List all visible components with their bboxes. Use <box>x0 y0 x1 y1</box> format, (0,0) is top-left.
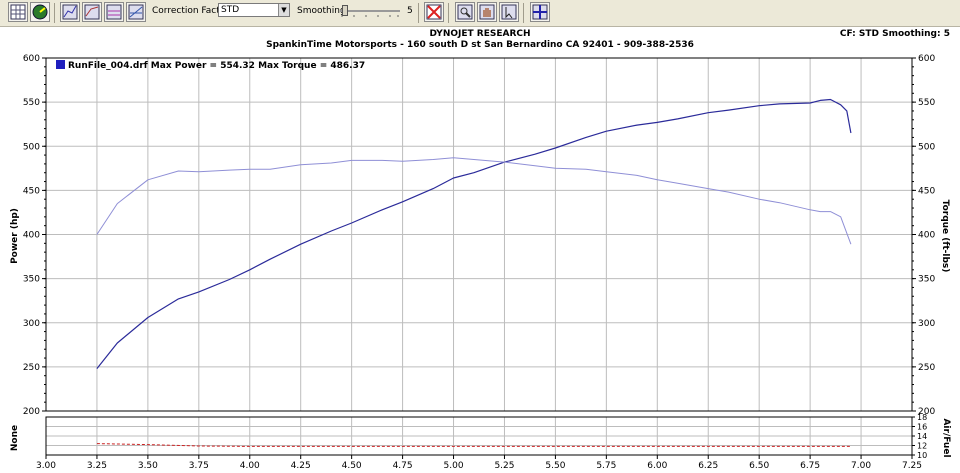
smoothing-slider[interactable] <box>340 4 400 17</box>
x-tick-label: 3.00 <box>36 461 56 471</box>
dyno-chart: 200 250 300 350 400 450 500 550 600 200 250 300 350… <box>10 54 951 471</box>
y-tick-label-left: 550 <box>23 98 40 108</box>
x-tick-label: 7.25 <box>902 461 922 471</box>
x-tick-label: 5.75 <box>596 461 616 471</box>
y-tick-label-right: 300 <box>918 319 935 329</box>
x-tick-label: 5.00 <box>444 461 464 471</box>
graph-type-2-icon[interactable] <box>82 2 102 22</box>
x-tick-label: 4.25 <box>291 461 311 471</box>
toolbar-separator <box>523 3 524 23</box>
crosshair-icon[interactable] <box>530 2 550 22</box>
x-tick-label: 4.00 <box>240 461 260 471</box>
y-tick-label-right: 450 <box>918 186 935 196</box>
x-tick-label: 6.75 <box>800 461 820 471</box>
y-tick-label-right: 250 <box>918 363 935 373</box>
y-tick-label-right: 350 <box>918 275 935 285</box>
graph-type-1-icon[interactable] <box>60 2 80 22</box>
y-tick-label-left: 300 <box>23 319 40 329</box>
y-axis-label-right: Torque (ft-lbs) <box>940 200 950 273</box>
y-tick-label-left: 400 <box>23 231 40 241</box>
y-tick-label-left: 250 <box>23 363 40 373</box>
legend-swatch <box>56 60 65 69</box>
gauge-icon[interactable] <box>30 2 50 22</box>
y-tick-label-right: 600 <box>918 54 935 64</box>
chevron-down-icon[interactable]: ▼ <box>278 4 289 16</box>
lower-y-tick-label: 18 <box>917 413 927 422</box>
toolbar-separator <box>418 3 419 23</box>
legend-entry[interactable]: RunFile_004.drf Max Power = 554.32 Max T… <box>68 61 365 71</box>
lower-y-tick-label: 16 <box>917 423 927 432</box>
toolbar: Correction Factor: STD ▼ Smoothing: 5 <box>0 0 960 27</box>
lower-y-axis-label-right: Air/Fuel <box>941 418 951 457</box>
toolbar-separator <box>448 3 449 23</box>
main-grid <box>45 57 913 412</box>
delete-run-icon[interactable] <box>424 2 444 22</box>
grid-view-icon[interactable] <box>8 2 28 22</box>
toolbar-separator <box>54 3 55 23</box>
y-ticks-left: 200 250 300 350 400 450 500 550 600 <box>23 54 46 417</box>
x-tick-label: 7.00 <box>851 461 871 471</box>
y-tick-label-left: 450 <box>23 186 40 196</box>
x-tick-label: 4.50 <box>342 461 362 471</box>
x-tick-label: 3.75 <box>189 461 209 471</box>
y-tick-label-right: 400 <box>918 231 935 241</box>
y-tick-label-left: 600 <box>23 54 40 64</box>
x-tick-label: 5.50 <box>545 461 565 471</box>
chart-area: DYNOJET RESEARCH SpankinTime Motorsports… <box>0 27 960 473</box>
y-tick-label-right: 500 <box>918 142 935 152</box>
lower-y-tick-label: 12 <box>917 442 927 451</box>
y-tick-label-left: 350 <box>23 275 40 285</box>
lower-y-tick-label: 14 <box>917 432 927 441</box>
x-tick-label: 3.50 <box>138 461 158 471</box>
y-tick-label-right: 550 <box>918 98 935 108</box>
correction-factor-select[interactable]: STD ▼ <box>218 3 290 17</box>
pan-hand-icon[interactable] <box>477 2 497 22</box>
y-tick-label-left: 500 <box>23 142 40 152</box>
x-tick-label: 6.50 <box>749 461 769 471</box>
x-tick-label: 6.00 <box>647 461 667 471</box>
x-tick-label: 5.25 <box>494 461 514 471</box>
x-tick-label: 3.25 <box>87 461 107 471</box>
smoothing-slider-ticks <box>341 15 399 17</box>
lower-y-axis-label-left: None <box>10 425 20 451</box>
lower-y-ticks: 1012141618 <box>912 413 927 460</box>
lower-grid <box>45 416 913 456</box>
cursor-icon[interactable] <box>499 2 519 22</box>
zoom-icon[interactable] <box>455 2 475 22</box>
torque-series-line <box>96 157 852 245</box>
y-ticks-right: 200250300350400450500550600 <box>912 54 935 417</box>
smoothing-value: 5 <box>407 6 413 16</box>
correction-factor-value: STD <box>221 5 240 15</box>
y-axis-label-left: Power (hp) <box>10 208 20 264</box>
graph-type-3-icon[interactable] <box>104 2 124 22</box>
smoothing-slider-thumb[interactable] <box>342 5 348 16</box>
x-ticks: 3.00 3.25 3.50 3.75 4.00 4.25 4.50 4.75 5.00 5.25… <box>36 455 922 471</box>
x-tick-label: 6.25 <box>698 461 718 471</box>
x-tick-label: 4.75 <box>393 461 413 471</box>
graph-type-4-icon[interactable] <box>126 2 146 22</box>
y-tick-label-left: 200 <box>23 407 40 417</box>
lower-y-tick-label: 10 <box>917 451 927 460</box>
